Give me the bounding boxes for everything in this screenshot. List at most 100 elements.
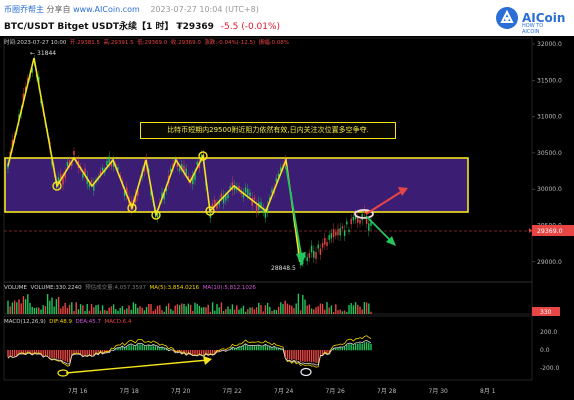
- range-box[interactable]: [4, 157, 469, 213]
- candle-body: [346, 221, 348, 225]
- volume-bar: [18, 299, 20, 314]
- volume-bar: [370, 311, 372, 314]
- volume-bar: [73, 311, 75, 314]
- macd-bar: [86, 350, 88, 356]
- volume-bar: [143, 310, 146, 314]
- volume-bar: [20, 303, 22, 314]
- volume-bar: [128, 305, 130, 314]
- time-tick-label: 7月 28: [377, 388, 397, 395]
- volume-bar: [64, 302, 66, 314]
- author-link[interactable]: 币圈乔帮主: [4, 5, 44, 14]
- macd-bar: [266, 346, 269, 351]
- candle-body: [247, 188, 249, 195]
- volume-legend: VOLUME VOLUME:330.2240 预估成交量:4,057.3597 …: [4, 283, 256, 291]
- macd-bar: [255, 345, 258, 351]
- macd-bar: [291, 350, 293, 361]
- volume-bar: [310, 308, 313, 314]
- candle-body: [368, 223, 370, 231]
- macd-bar: [46, 350, 49, 356]
- volume-bar: [277, 306, 280, 314]
- candle-body: [339, 228, 341, 236]
- macd-bar: [299, 350, 302, 362]
- candle-body: [313, 251, 315, 258]
- volume-bar: [341, 311, 344, 314]
- ohlc-high: 高:29391.5: [103, 40, 134, 46]
- volume-bar: [79, 304, 82, 314]
- macd-bar: [253, 346, 256, 351]
- candle-body: [82, 173, 84, 178]
- macd-bar: [82, 350, 84, 357]
- time-tick-label: 7月 22: [223, 388, 243, 395]
- volume-bar: [200, 307, 203, 314]
- macd-bar: [354, 343, 357, 351]
- macd-bar: [233, 348, 236, 351]
- volume-bar: [253, 309, 256, 314]
- volume-bar: [365, 302, 368, 314]
- candle-body: [220, 193, 223, 198]
- macd-bar: [90, 350, 93, 356]
- macd-bar: [346, 344, 348, 351]
- volume-bar: [218, 307, 220, 314]
- candle-body: [317, 244, 319, 249]
- volume-bar: [247, 309, 249, 314]
- macd-bar: [139, 344, 141, 351]
- volume-bar: [49, 300, 51, 314]
- volume-bar: [132, 302, 135, 314]
- macd-bar: [319, 350, 322, 356]
- volume-bar: [33, 307, 36, 314]
- macd-bar: [123, 348, 126, 351]
- macd-bar: [361, 343, 363, 351]
- candle-body: [335, 232, 337, 236]
- volume-bar: [75, 302, 77, 314]
- volume-bar: [286, 303, 289, 314]
- macd-bar: [121, 346, 124, 351]
- volume-bar: [299, 310, 302, 314]
- macd-bar: [57, 350, 60, 360]
- candle-body: [178, 168, 181, 171]
- volume-value: VOLUME:330.2240: [30, 285, 82, 291]
- volume-bar: [161, 310, 163, 314]
- macd-bar: [297, 350, 300, 361]
- volume-bar: [141, 307, 143, 314]
- volume-bar: [29, 302, 31, 314]
- candle-body: [88, 183, 91, 187]
- analysis-note[interactable]: 比特币短期内29500附近阻力依然有效,日内关注次位置多空争夺.: [140, 122, 396, 139]
- divergence-arrow: [65, 359, 209, 374]
- volume-bar: [271, 310, 273, 314]
- volume-bar: [152, 311, 154, 314]
- high-arrow-icon: ←: [30, 50, 35, 57]
- volume-tag-text: 330: [540, 309, 552, 316]
- macd-bar: [288, 350, 291, 359]
- macd-bar: [137, 344, 139, 351]
- macd-bar: [337, 347, 339, 351]
- candle-body: [308, 253, 311, 258]
- volume-bar: [139, 306, 141, 314]
- macd-bar: [247, 346, 249, 351]
- candle-body: [337, 228, 339, 236]
- volume-bar: [192, 311, 194, 314]
- volume-bar: [104, 309, 106, 314]
- macd-bar: [365, 341, 368, 351]
- volume-bar: [60, 308, 62, 314]
- volume-bar: [266, 302, 269, 314]
- volume-bar: [88, 310, 91, 314]
- macd-bar: [341, 347, 344, 351]
- volume-bar: [326, 302, 328, 314]
- volume-bar: [187, 303, 190, 314]
- volume-bar: [145, 306, 148, 314]
- volume-bar: [225, 309, 227, 314]
- site-link[interactable]: www.AICoin.com: [73, 5, 140, 14]
- volume-bar: [183, 304, 185, 314]
- low-label: 28848.5: [271, 265, 296, 272]
- candle-body: [264, 212, 267, 218]
- candle-body: [185, 168, 187, 174]
- volume-bar: [57, 296, 60, 314]
- macd-bar: [240, 347, 242, 351]
- volume-bar: [337, 310, 339, 314]
- macd-bar: [273, 346, 275, 351]
- chart-canvas[interactable]: 31844 ← 28848.5 32000.0 31500.0 31000.0 305…: [0, 36, 574, 400]
- price-tick-label: 31500.0: [537, 77, 562, 84]
- price-tick-label: 31000.0: [537, 114, 562, 121]
- volume-bar: [130, 309, 132, 314]
- aicoin-logo[interactable]: AICoin HOW TO AICOIN: [496, 7, 565, 35]
